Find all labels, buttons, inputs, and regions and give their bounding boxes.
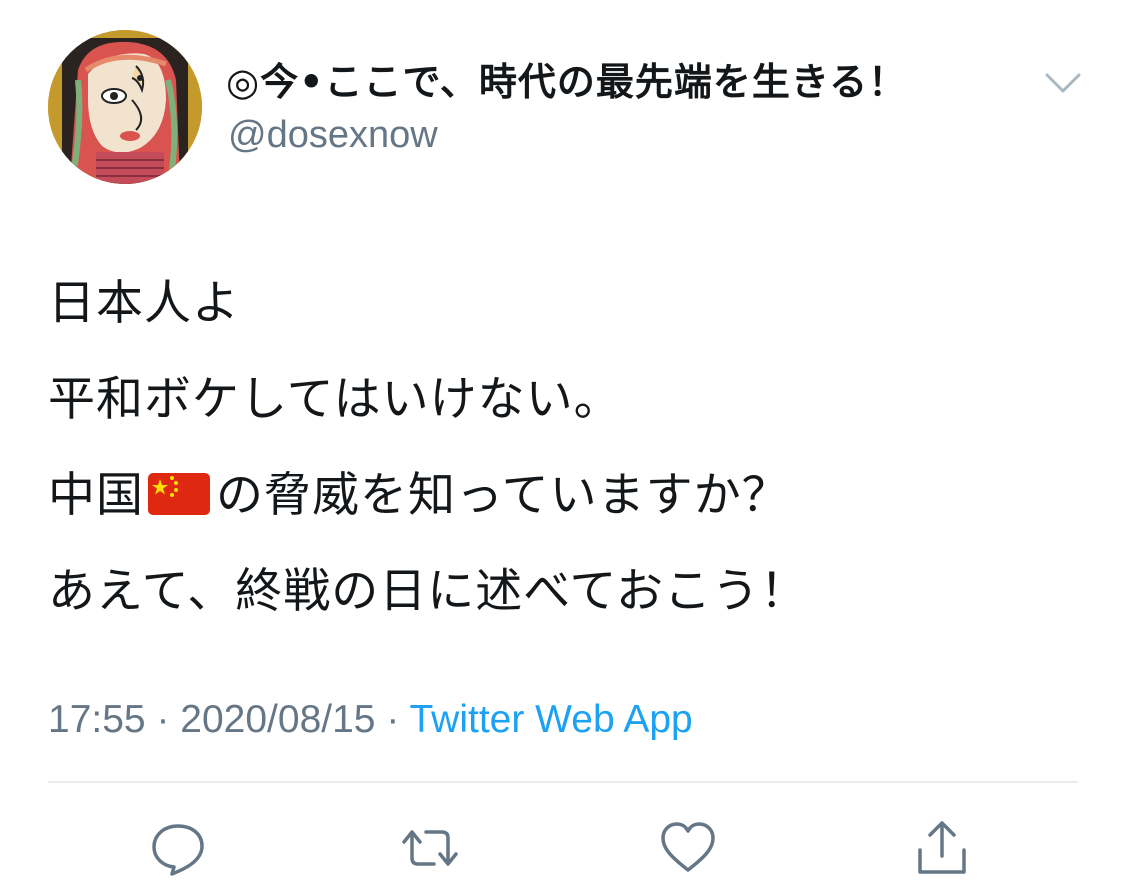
author-avatar[interactable]: [48, 30, 202, 184]
tweet-date[interactable]: 2020/08/15: [180, 698, 375, 741]
tweet-meta: 17:55 · 2020/08/15 · Twitter Web App: [48, 695, 693, 745]
tweet-text-segment: あえて、終戦の日に述べておこう！: [48, 564, 809, 619]
author-display-name[interactable]: ◎今•ここで、時代の最先端を生きる！: [226, 56, 907, 108]
tweet-action-bar: [0, 818, 1125, 878]
china-flag-emoji: [148, 452, 210, 515]
tweet-text-line: 日本人よ: [48, 256, 1088, 352]
meta-separator: ·: [386, 698, 400, 741]
retweet-icon[interactable]: [400, 818, 460, 878]
tweet-text-segment: 中国: [48, 468, 144, 523]
tweet-text-line: 平和ボケしてはいけない。: [48, 352, 1088, 448]
reply-icon[interactable]: [148, 818, 208, 878]
like-icon[interactable]: [658, 818, 718, 878]
tweet-text-line: 中国 の脅威を知っていますか？: [48, 448, 1088, 544]
divider: [48, 781, 1078, 783]
tweet-text-line: あえて、終戦の日に述べておこう！: [48, 544, 1088, 640]
tweet-text-segment: 平和ボケしてはいけない。: [48, 372, 622, 427]
tweet-text-segment: 日本人よ: [48, 276, 240, 331]
tweet-text: 日本人よ 平和ボケしてはいけない。 中国 の脅威を知っていますか？ あえて、終戦…: [48, 256, 1088, 640]
meta-separator: ·: [156, 698, 170, 741]
author-handle[interactable]: @dosexnow: [228, 111, 438, 159]
tweet-text-segment: の脅威を知っていますか？: [216, 468, 790, 523]
tweet-source-link[interactable]: Twitter Web App: [409, 698, 692, 741]
chevron-down-icon[interactable]: [1044, 70, 1082, 96]
share-icon[interactable]: [912, 818, 972, 878]
tweet-time[interactable]: 17:55: [48, 698, 146, 741]
avatar-portrait-image: [48, 30, 202, 184]
